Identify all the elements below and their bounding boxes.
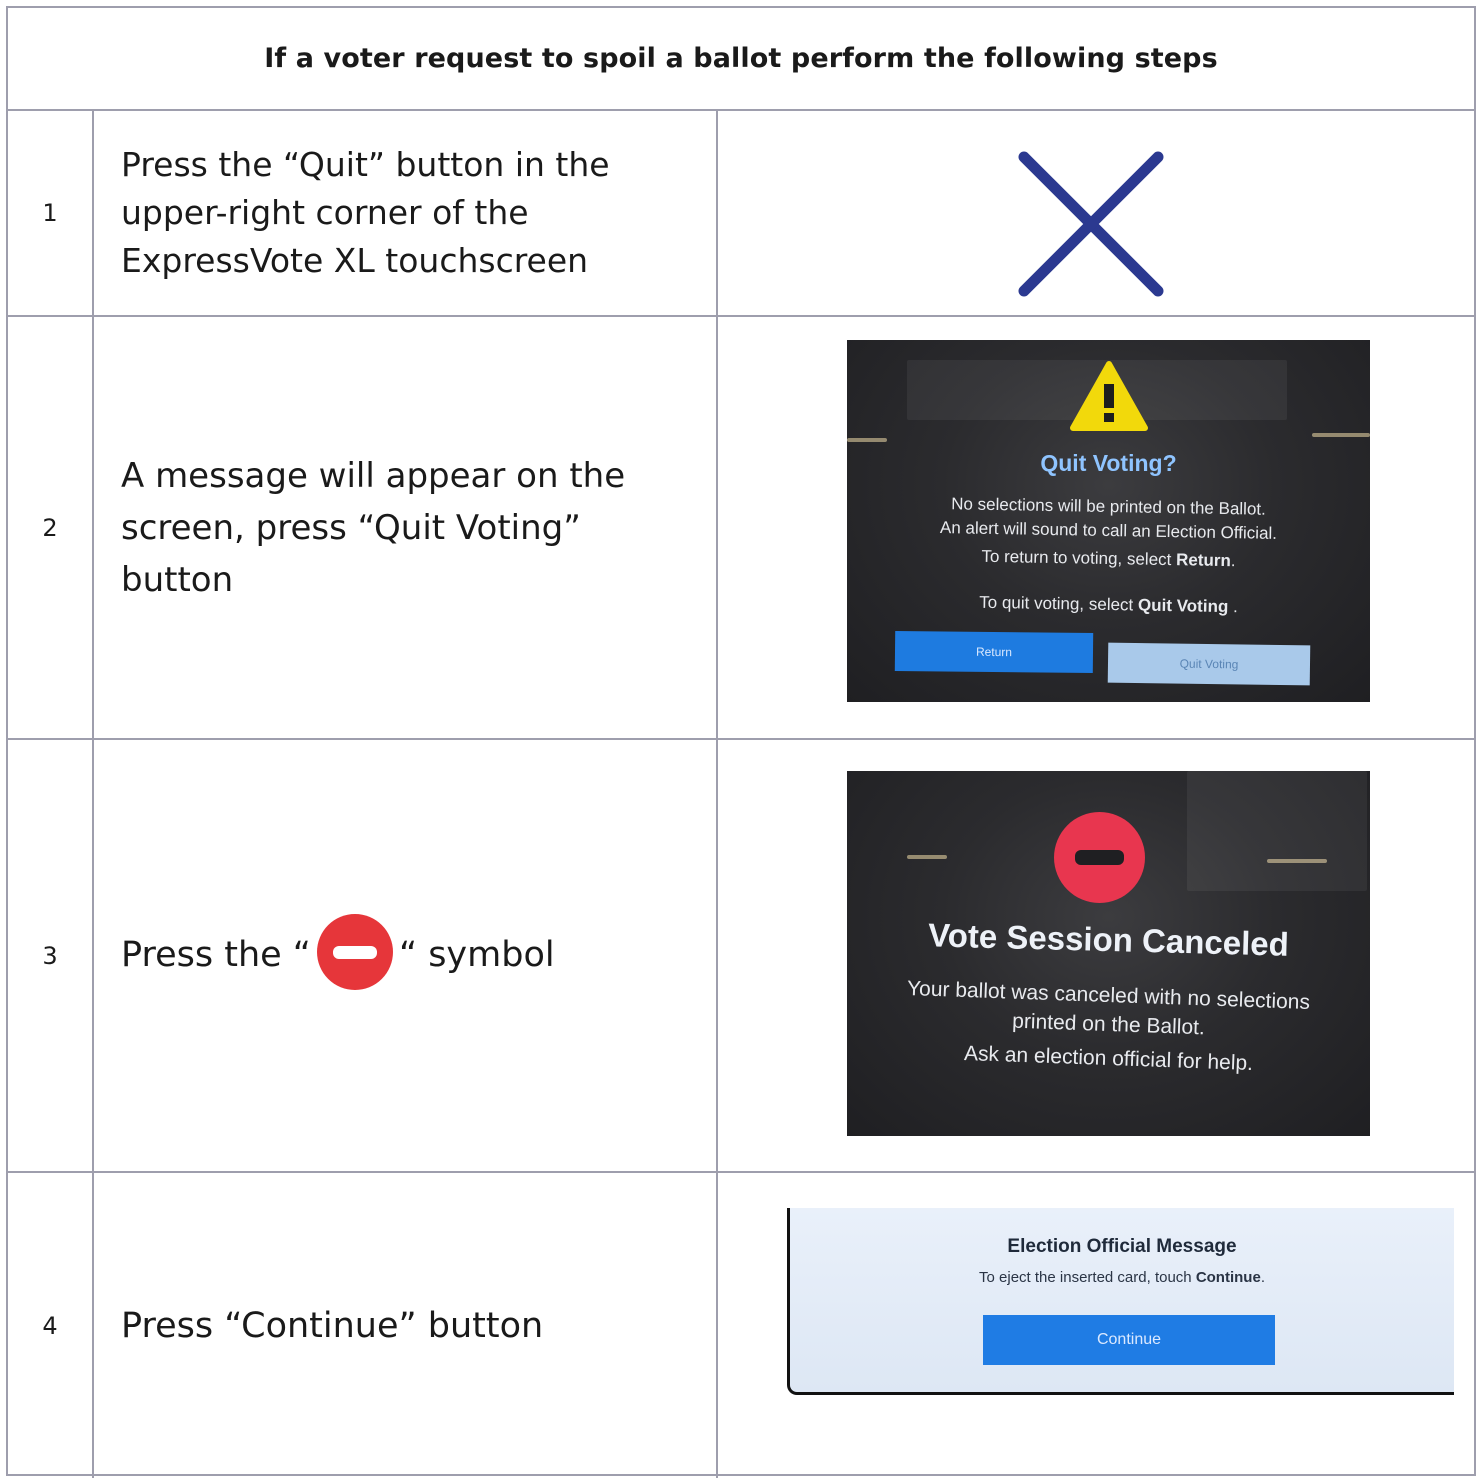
- no-entry-icon: [316, 913, 393, 990]
- official-message-photo: Election Official Message To eject the i…: [787, 1208, 1454, 1395]
- step-row-2: 2 A message will appear on the screen, p…: [8, 317, 1474, 740]
- step-text: Press the “ “ symbol: [121, 913, 555, 994]
- return-button: Return: [894, 630, 1094, 674]
- continue-button: Continue: [983, 1315, 1275, 1365]
- table-header: If a voter request to spoil a ballot per…: [8, 8, 1474, 111]
- instruction-table: If a voter request to spoil a ballot per…: [6, 6, 1476, 1478]
- step-text: Press the “Quit” button in the upper-rig…: [121, 145, 610, 280]
- step-number: 2: [8, 317, 94, 738]
- quit-voting-button: Quit Voting: [1107, 642, 1311, 686]
- quit-line-2: An alert will sound to call an Election …: [939, 518, 1278, 543]
- quit-line-3: To return to voting, select Return.: [981, 546, 1236, 571]
- step-illustration: [718, 111, 1474, 315]
- quit-line-4-bold: Quit Voting: [1137, 595, 1229, 617]
- step-description: A message will appear on the screen, pre…: [94, 317, 718, 738]
- official-body-text: To eject the inserted card, touch: [979, 1269, 1196, 1286]
- canceled-title: Vote Session Canceled: [927, 916, 1290, 963]
- step-description: Press the “ “ symbol: [94, 740, 718, 1171]
- table-title: If a voter request to spoil a ballot per…: [264, 43, 1218, 74]
- x-icon: [1018, 151, 1164, 297]
- step-text: A message will appear on the screen, pre…: [121, 455, 626, 600]
- step-row-3: 3 Press the “ “ symbol Vote Session Cance…: [8, 740, 1474, 1173]
- step-number-label: 2: [42, 513, 58, 542]
- step-number: 1: [8, 111, 94, 315]
- step-description: Press the “Quit” button in the upper-rig…: [94, 111, 718, 315]
- quit-title: Quit Voting?: [1040, 450, 1177, 476]
- step-illustration: Election Official Message To eject the i…: [718, 1173, 1474, 1478]
- step-row-1: 1 Press the “Quit” button in the upper-r…: [8, 111, 1474, 317]
- step-text-after: “ symbol: [398, 934, 555, 975]
- step-number: 3: [8, 740, 94, 1171]
- quit-voting-photo: Quit Voting? No selections will be print…: [847, 340, 1370, 702]
- vote-canceled-photo: Vote Session Canceled Your ballot was ca…: [847, 771, 1370, 1136]
- step-text: Press “Continue” button: [121, 1305, 544, 1346]
- official-title: Election Official Message: [1007, 1236, 1237, 1257]
- no-entry-icon: [1054, 812, 1145, 903]
- quit-line-4-text: To quit voting, select: [979, 592, 1139, 615]
- step-number-label: 4: [42, 1311, 58, 1340]
- step-text-before: Press the “: [121, 934, 311, 975]
- step-illustration: Vote Session Canceled Your ballot was ca…: [718, 740, 1474, 1171]
- quit-line-3-bold: Return: [1175, 550, 1231, 571]
- step-number-label: 1: [42, 199, 58, 227]
- step-description: Press “Continue” button: [94, 1173, 718, 1478]
- quit-line-4: To quit voting, select Quit Voting .: [979, 592, 1238, 617]
- canceled-line-3: Ask an election official for help.: [963, 1041, 1254, 1076]
- step-number-label: 3: [42, 941, 58, 970]
- warning-icon: [1070, 361, 1148, 431]
- step-number: 4: [8, 1173, 94, 1478]
- quit-line-3-text: To return to voting, select: [981, 546, 1177, 570]
- official-body: To eject the inserted card, touch Contin…: [979, 1269, 1265, 1286]
- step-illustration: Quit Voting? No selections will be print…: [718, 317, 1474, 738]
- official-body-bold: Continue: [1195, 1269, 1261, 1286]
- step-row-4: 4 Press “Continue” button Election Offic…: [8, 1173, 1474, 1478]
